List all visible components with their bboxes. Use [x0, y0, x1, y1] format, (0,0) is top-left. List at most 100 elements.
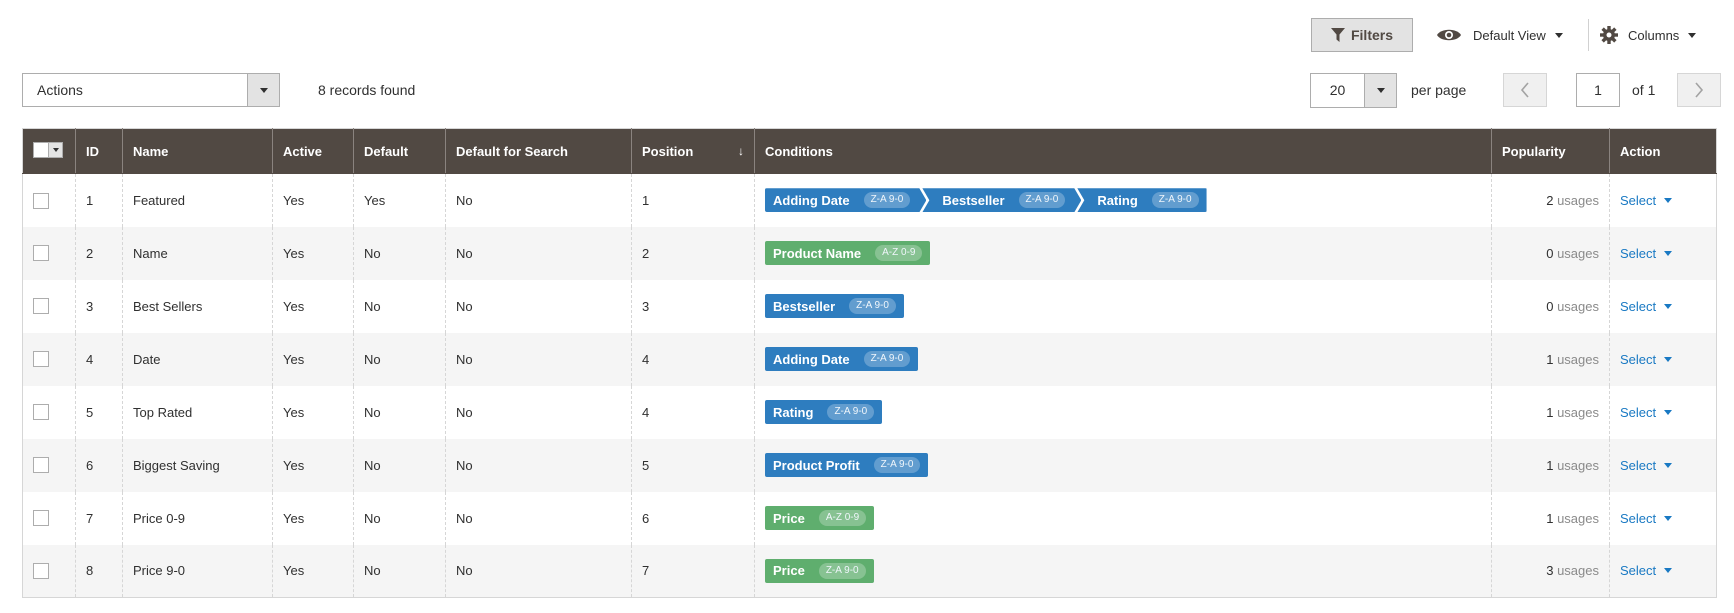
cell-action: Select: [1609, 332, 1717, 386]
row-action-select[interactable]: Select: [1620, 511, 1673, 526]
cell-default: No: [353, 438, 446, 492]
condition-tag: Bestseller Z-A 9-0: [765, 294, 904, 318]
table-row: 4 Date Yes No No 4 Adding Date Z-A 9-0 1 usages S…: [22, 332, 1717, 386]
mass-actions-dropdown-toggle[interactable]: [247, 74, 279, 106]
cell-conditions: Product Profit Z-A 9-0: [754, 438, 1492, 492]
cell-id: 4: [75, 332, 123, 386]
columns-button[interactable]: Columns: [1600, 18, 1697, 52]
chevron-down-icon: [1664, 568, 1673, 574]
row-checkbox[interactable]: [33, 298, 49, 315]
column-header-default-for-search[interactable]: Default for Search: [445, 128, 632, 174]
column-header-active[interactable]: Active: [272, 128, 354, 174]
row-action-label: Select: [1620, 563, 1657, 579]
usage-unit: usages: [1557, 298, 1599, 314]
condition-label: Adding Date: [773, 192, 850, 208]
cell-default: No: [353, 332, 446, 386]
condition-label: Bestseller: [773, 298, 836, 314]
row-checkbox[interactable]: [33, 351, 49, 368]
conditions-list: Product Name A-Z 0-9: [765, 241, 1481, 265]
per-page-value: 20: [1329, 82, 1346, 98]
cell-active: Yes: [272, 544, 354, 598]
column-header-conditions[interactable]: Conditions: [754, 128, 1492, 174]
conditions-list: Adding Date Z-A 9-0 Bestseller Z-A 9-0 Ratin…: [765, 188, 1481, 213]
column-header-position[interactable]: Position ↓: [631, 128, 755, 174]
row-action-select[interactable]: Select: [1620, 351, 1673, 367]
conditions-list: Bestseller Z-A 9-0: [765, 294, 1481, 318]
row-checkbox[interactable]: [33, 510, 49, 527]
column-header-name[interactable]: Name: [122, 128, 273, 174]
current-page-input[interactable]: [1576, 73, 1620, 107]
cell-position: 1: [631, 173, 755, 227]
sorting-data-grid: ID Name Active Default Default for Searc…: [22, 128, 1717, 598]
cell-position: 5: [631, 438, 755, 492]
cell-id: 7: [75, 491, 123, 545]
row-checkbox[interactable]: [33, 192, 49, 209]
row-checkbox[interactable]: [33, 563, 49, 580]
row-action-select[interactable]: Select: [1620, 298, 1673, 314]
row-action-select[interactable]: Select: [1620, 193, 1673, 208]
cell-default: No: [353, 385, 446, 439]
cell-popularity: 1 usages: [1491, 332, 1610, 386]
previous-page-button[interactable]: [1503, 73, 1547, 107]
cell-popularity: 0 usages: [1491, 226, 1610, 280]
column-header-default[interactable]: Default: [353, 128, 446, 174]
column-header-popularity[interactable]: Popularity: [1491, 128, 1610, 174]
cell-conditions: Adding Date Z-A 9-0 Bestseller Z-A 9-0 Ratin…: [754, 173, 1492, 227]
cell-name: Top Rated: [122, 385, 273, 439]
cell-active: Yes: [272, 438, 354, 492]
condition-tag: Adding Date Z-A 9-0: [765, 347, 919, 371]
cell-action: Select: [1609, 438, 1717, 492]
mass-actions-select[interactable]: Actions: [22, 73, 280, 107]
usage-unit: usages: [1557, 510, 1599, 526]
row-action-label: Select: [1620, 404, 1657, 420]
cell-position: 3: [631, 279, 755, 333]
table-row: 7 Price 0-9 Yes No No 6 Price A-Z 0-9 1 usages Se…: [22, 491, 1717, 545]
row-action-label: Select: [1620, 298, 1657, 314]
position-header-label: Position: [642, 143, 694, 159]
row-action-label: Select: [1620, 351, 1657, 367]
usage-count: 1: [1546, 457, 1554, 473]
usage-count: 3: [1546, 563, 1554, 579]
cell-default-for-search: No: [445, 226, 632, 280]
cell-id: 1: [75, 173, 123, 227]
mass-select-header: [22, 128, 76, 174]
row-action-select[interactable]: Select: [1620, 458, 1673, 473]
table-row: 1 Featured Yes Yes No 1 Adding Date Z-A 9-0 Best…: [22, 173, 1717, 227]
cell-active: Yes: [272, 226, 354, 280]
next-page-button[interactable]: [1677, 73, 1721, 107]
row-checkbox[interactable]: [33, 245, 49, 262]
row-select-cell: [22, 173, 76, 227]
cell-default: No: [353, 544, 446, 598]
table-row: 6 Biggest Saving Yes No No 5 Product Profit Z-A…: [22, 438, 1717, 492]
per-page-dropdown-toggle[interactable]: [1364, 74, 1396, 107]
chevron-down-icon: [1664, 515, 1673, 521]
row-action-select[interactable]: Select: [1620, 404, 1673, 420]
filters-label: Filters: [1350, 27, 1393, 43]
row-action-select[interactable]: Select: [1620, 563, 1673, 579]
condition-label: Rating: [1097, 192, 1138, 208]
usage-unit: usages: [1557, 351, 1599, 367]
default-view-button[interactable]: Default View: [1437, 18, 1563, 52]
conditions-list: Price A-Z 0-9: [765, 506, 1481, 530]
cell-position: 2: [631, 226, 755, 280]
cell-active: Yes: [272, 332, 354, 386]
per-page-select[interactable]: 20: [1310, 73, 1397, 108]
chevron-down-icon: [259, 87, 268, 93]
cell-action: Select: [1609, 279, 1717, 333]
row-checkbox[interactable]: [33, 457, 49, 474]
conditions-list: Price Z-A 9-0: [765, 558, 1481, 583]
grid-toolbar: Filters Default View Columns: [0, 18, 1734, 52]
column-header-id[interactable]: ID: [75, 128, 123, 174]
row-action-select[interactable]: Select: [1620, 246, 1673, 261]
mass-select-checkbox[interactable]: [33, 142, 63, 158]
sort-order-badge: Z-A 9-0: [864, 192, 911, 208]
chevron-down-icon: [1688, 32, 1697, 38]
filters-button[interactable]: Filters: [1311, 18, 1413, 52]
cell-id: 8: [75, 544, 123, 598]
cell-active: Yes: [272, 491, 354, 545]
condition-label: Price: [773, 563, 805, 579]
cell-name: Price 0-9: [122, 491, 273, 545]
mass-actions-label: Actions: [37, 82, 83, 98]
row-checkbox[interactable]: [33, 404, 49, 421]
cell-name: Price 9-0: [122, 544, 273, 598]
